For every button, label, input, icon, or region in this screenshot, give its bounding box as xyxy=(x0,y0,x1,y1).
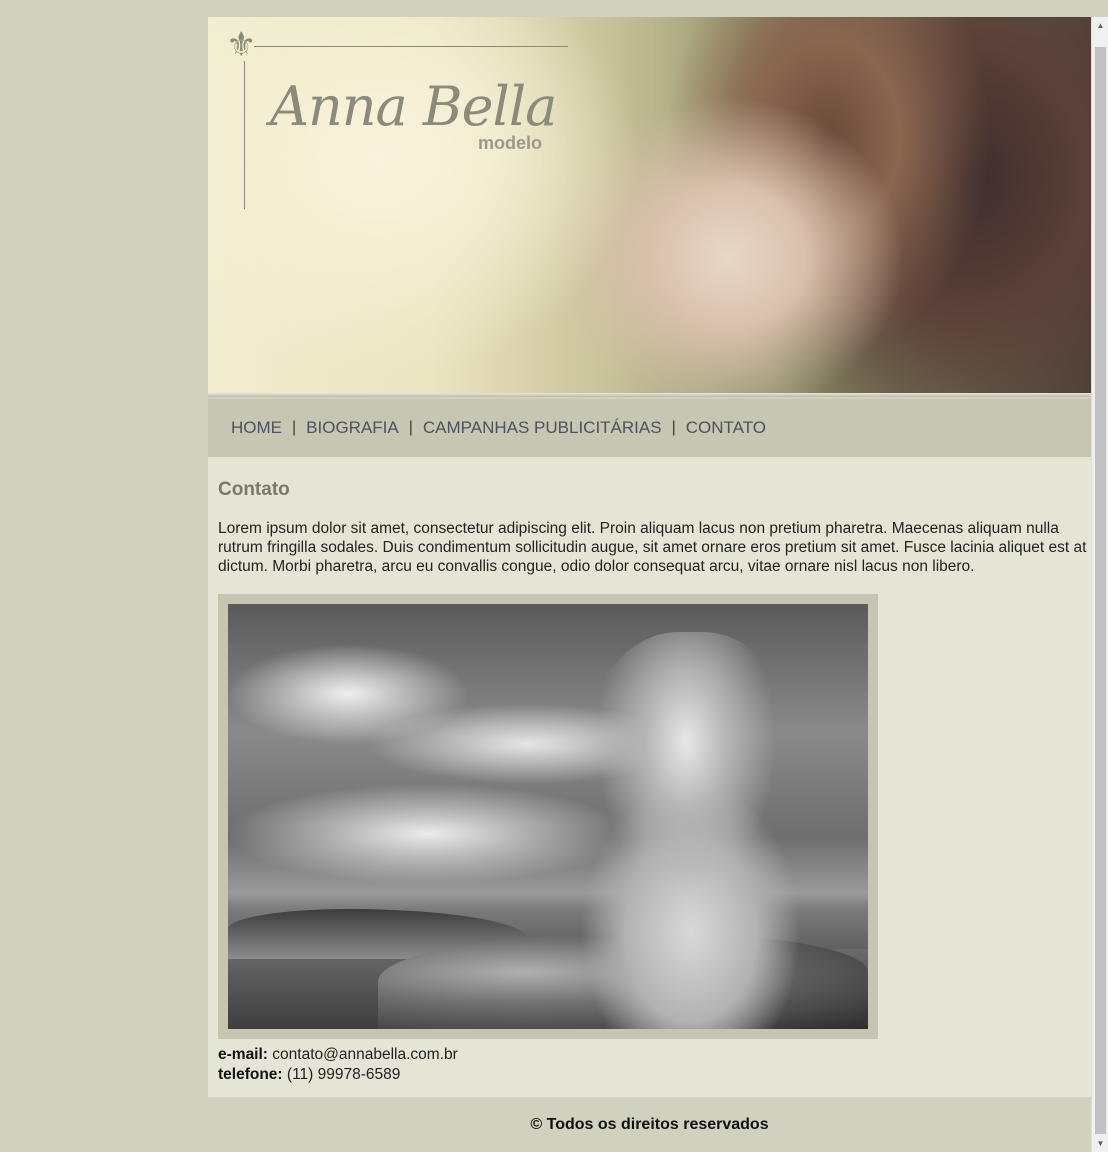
scroll-down-icon[interactable]: ▼ xyxy=(1092,1135,1108,1152)
phone-value: (11) 99978-6589 xyxy=(286,1066,401,1083)
fleur-de-lis-icon: ⚜ xyxy=(226,25,257,65)
footer-copyright: © Todos os direitos reservados xyxy=(530,1116,769,1133)
logo-title: Anna Bella xyxy=(270,75,557,138)
email-label: e-mail: xyxy=(218,1046,268,1063)
photo-woman xyxy=(566,632,816,1029)
nav-item-campanhas[interactable]: CAMPANHAS PUBLICITÁRIAS xyxy=(423,418,662,438)
nav-separator: | xyxy=(671,419,676,436)
phone-line: telefone: (11) 99978-6589 xyxy=(218,1065,1091,1085)
main-nav: HOME | BIOGRAFIA | CAMPANHAS PUBLICITÁRI… xyxy=(208,399,1091,457)
vertical-scrollbar[interactable]: ▲ ▼ xyxy=(1091,17,1108,1152)
contact-info: e-mail: contato@annabella.com.br telefon… xyxy=(218,1045,1091,1085)
banner-border xyxy=(208,393,1091,397)
page-title: Contato xyxy=(218,479,290,500)
header-banner: ⚜ Anna Bella modelo xyxy=(208,17,1091,397)
nav-item-biografia[interactable]: BIOGRAFIA xyxy=(306,418,399,438)
main-content: Contato Lorem ipsum dolor sit amet, cons… xyxy=(208,457,1091,1097)
nav-separator: | xyxy=(408,419,413,436)
contact-photo xyxy=(228,604,868,1029)
scrollbar-thumb[interactable] xyxy=(1095,47,1106,1134)
email-value: contato@annabella.com.br xyxy=(272,1046,458,1063)
scroll-up-icon[interactable]: ▲ xyxy=(1092,17,1108,34)
nav-separator: | xyxy=(292,419,297,436)
email-line: e-mail: contato@annabella.com.br xyxy=(218,1045,1091,1065)
nav-item-home[interactable]: HOME xyxy=(231,418,282,438)
nav-item-contato[interactable]: CONTATO xyxy=(686,418,766,438)
intro-paragraph: Lorem ipsum dolor sit amet, consectetur … xyxy=(218,520,1087,575)
photo-frame xyxy=(218,594,878,1039)
phone-label: telefone: xyxy=(218,1066,283,1083)
logo-divider-horizontal xyxy=(254,46,568,47)
logo-subtitle: modelo xyxy=(478,133,543,153)
page-container: ⚜ Anna Bella modelo HOME | BIOGRAFIA | C… xyxy=(208,17,1091,1134)
logo-divider-vertical xyxy=(244,61,245,209)
